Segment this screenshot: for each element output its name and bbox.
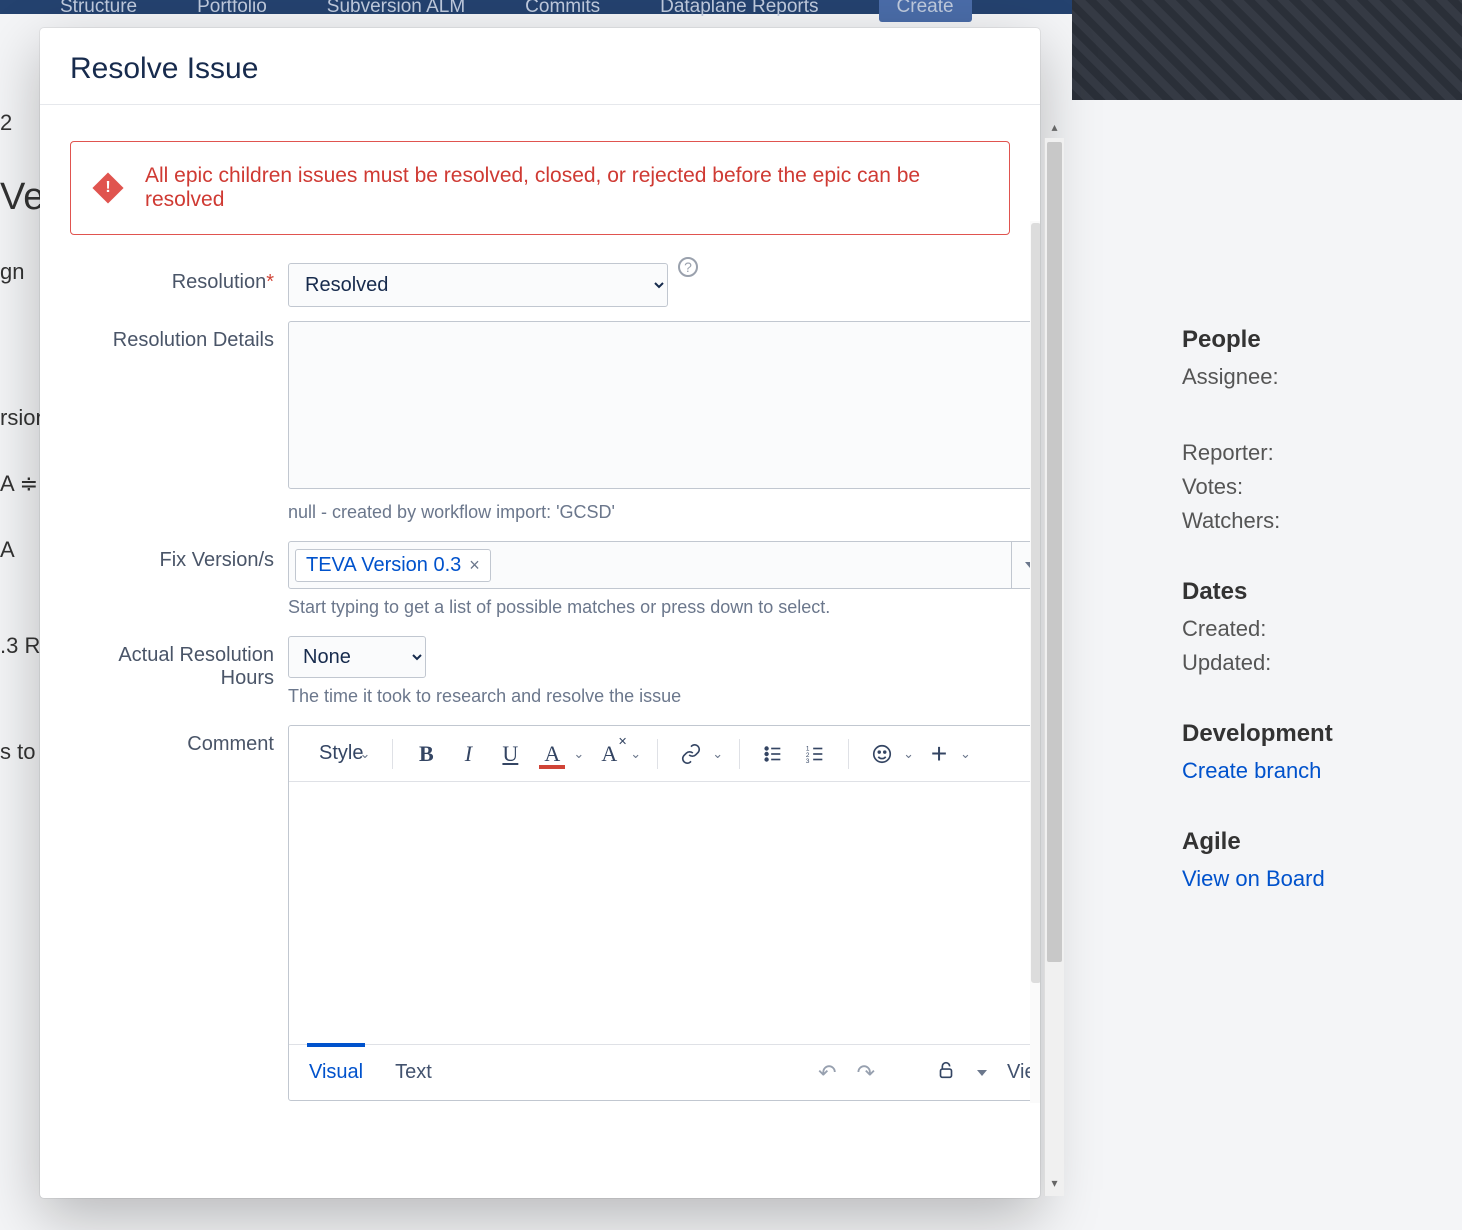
numbered-list-button[interactable]: 123 — [798, 737, 832, 771]
fix-versions-hint: Start typing to get a list of possible m… — [288, 597, 1040, 618]
development-heading: Development — [1182, 720, 1402, 748]
visual-mode-tab[interactable]: Visual — [307, 1043, 365, 1098]
error-banner: All epic children issues must be resolve… — [70, 141, 1010, 235]
italic-button[interactable]: I — [451, 737, 485, 771]
outer-scrollbar[interactable]: ▴ ▾ — [1044, 138, 1064, 1196]
fix-versions-label: Fix Version/s — [70, 541, 288, 618]
create-branch-link[interactable]: Create branch — [1182, 758, 1402, 784]
resolution-label: Resolution* — [70, 263, 288, 307]
clear-formatting-button[interactable]: A✕ — [592, 737, 626, 771]
chevron-down-icon[interactable]: ⌄ — [903, 746, 914, 762]
emoji-button[interactable] — [865, 737, 899, 771]
chevron-down-icon[interactable] — [977, 1070, 987, 1076]
view-on-board-link[interactable]: View on Board — [1182, 866, 1402, 892]
text-mode-tab[interactable]: Text — [393, 1047, 434, 1098]
actual-hours-label: Actual ResolutionHours — [70, 636, 288, 707]
version-tag[interactable]: TEVA Version 0.3 × — [295, 549, 491, 582]
error-icon — [92, 172, 123, 203]
resolve-issue-dialog: Resolve Issue All epic children issues m… — [40, 28, 1040, 1198]
text-color-button[interactable]: A — [535, 737, 569, 771]
svg-text:3: 3 — [806, 758, 810, 765]
insert-button[interactable]: + — [922, 737, 956, 771]
chevron-down-icon[interactable]: ⌄ — [960, 746, 971, 762]
scroll-up-icon[interactable]: ▴ — [1045, 120, 1064, 140]
bg-right-panels: People Assignee: Reporter: Votes: Watche… — [1182, 300, 1402, 892]
bullet-list-button[interactable] — [756, 737, 790, 771]
dark-pattern — [1072, 0, 1462, 100]
resolution-details-hint: null - created by workflow import: 'GCSD… — [288, 502, 1040, 523]
people-heading: People — [1182, 326, 1402, 354]
redo-button[interactable]: ↷ — [857, 1060, 875, 1086]
bg-left-fragments: 2 Ve gn rsion A ≑ A .3 Re s to — [0, 100, 40, 1230]
visibility-icon[interactable] — [935, 1059, 957, 1087]
help-icon[interactable]: ? — [678, 257, 698, 277]
editor-canvas[interactable] — [289, 782, 1040, 1044]
comment-label: Comment — [70, 725, 288, 1101]
scroll-down-icon[interactable]: ▾ — [1045, 1176, 1064, 1196]
actual-hours-hint: The time it took to research and resolve… — [288, 686, 1010, 707]
chevron-down-icon[interactable]: ⌄ — [573, 746, 584, 762]
remove-tag-icon[interactable]: × — [469, 555, 480, 576]
chevron-down-icon[interactable]: ⌄ — [712, 746, 723, 762]
chevron-down-icon[interactable]: ⌄ — [630, 746, 641, 762]
editor-mode-tabs: Visual Text — [307, 1047, 434, 1098]
dialog-title: Resolve Issue — [40, 28, 1040, 104]
bold-button[interactable]: B — [409, 737, 443, 771]
dates-heading: Dates — [1182, 578, 1402, 606]
link-button[interactable] — [674, 737, 708, 771]
fix-versions-input[interactable]: TEVA Version 0.3 × — [288, 541, 1040, 589]
comment-editor: Style ⌄ B I U A ⌄ A✕ — [288, 725, 1040, 1101]
undo-button[interactable]: ↶ — [818, 1060, 836, 1086]
resolution-details-label: Resolution Details — [70, 321, 288, 523]
create-button[interactable]: Create — [879, 0, 972, 22]
agile-heading: Agile — [1182, 828, 1402, 856]
resolution-details-textarea[interactable] — [288, 321, 1040, 489]
style-dropdown[interactable]: Style ⌄ — [313, 737, 376, 771]
underline-button[interactable]: U — [493, 737, 527, 771]
inner-scrollbar[interactable] — [1030, 221, 1040, 1103]
error-message: All epic children issues must be resolve… — [145, 164, 983, 212]
resolution-select[interactable]: Resolved — [288, 263, 668, 307]
editor-toolbar: Style ⌄ B I U A ⌄ A✕ — [289, 726, 1040, 782]
actual-hours-select[interactable]: None — [288, 636, 426, 678]
